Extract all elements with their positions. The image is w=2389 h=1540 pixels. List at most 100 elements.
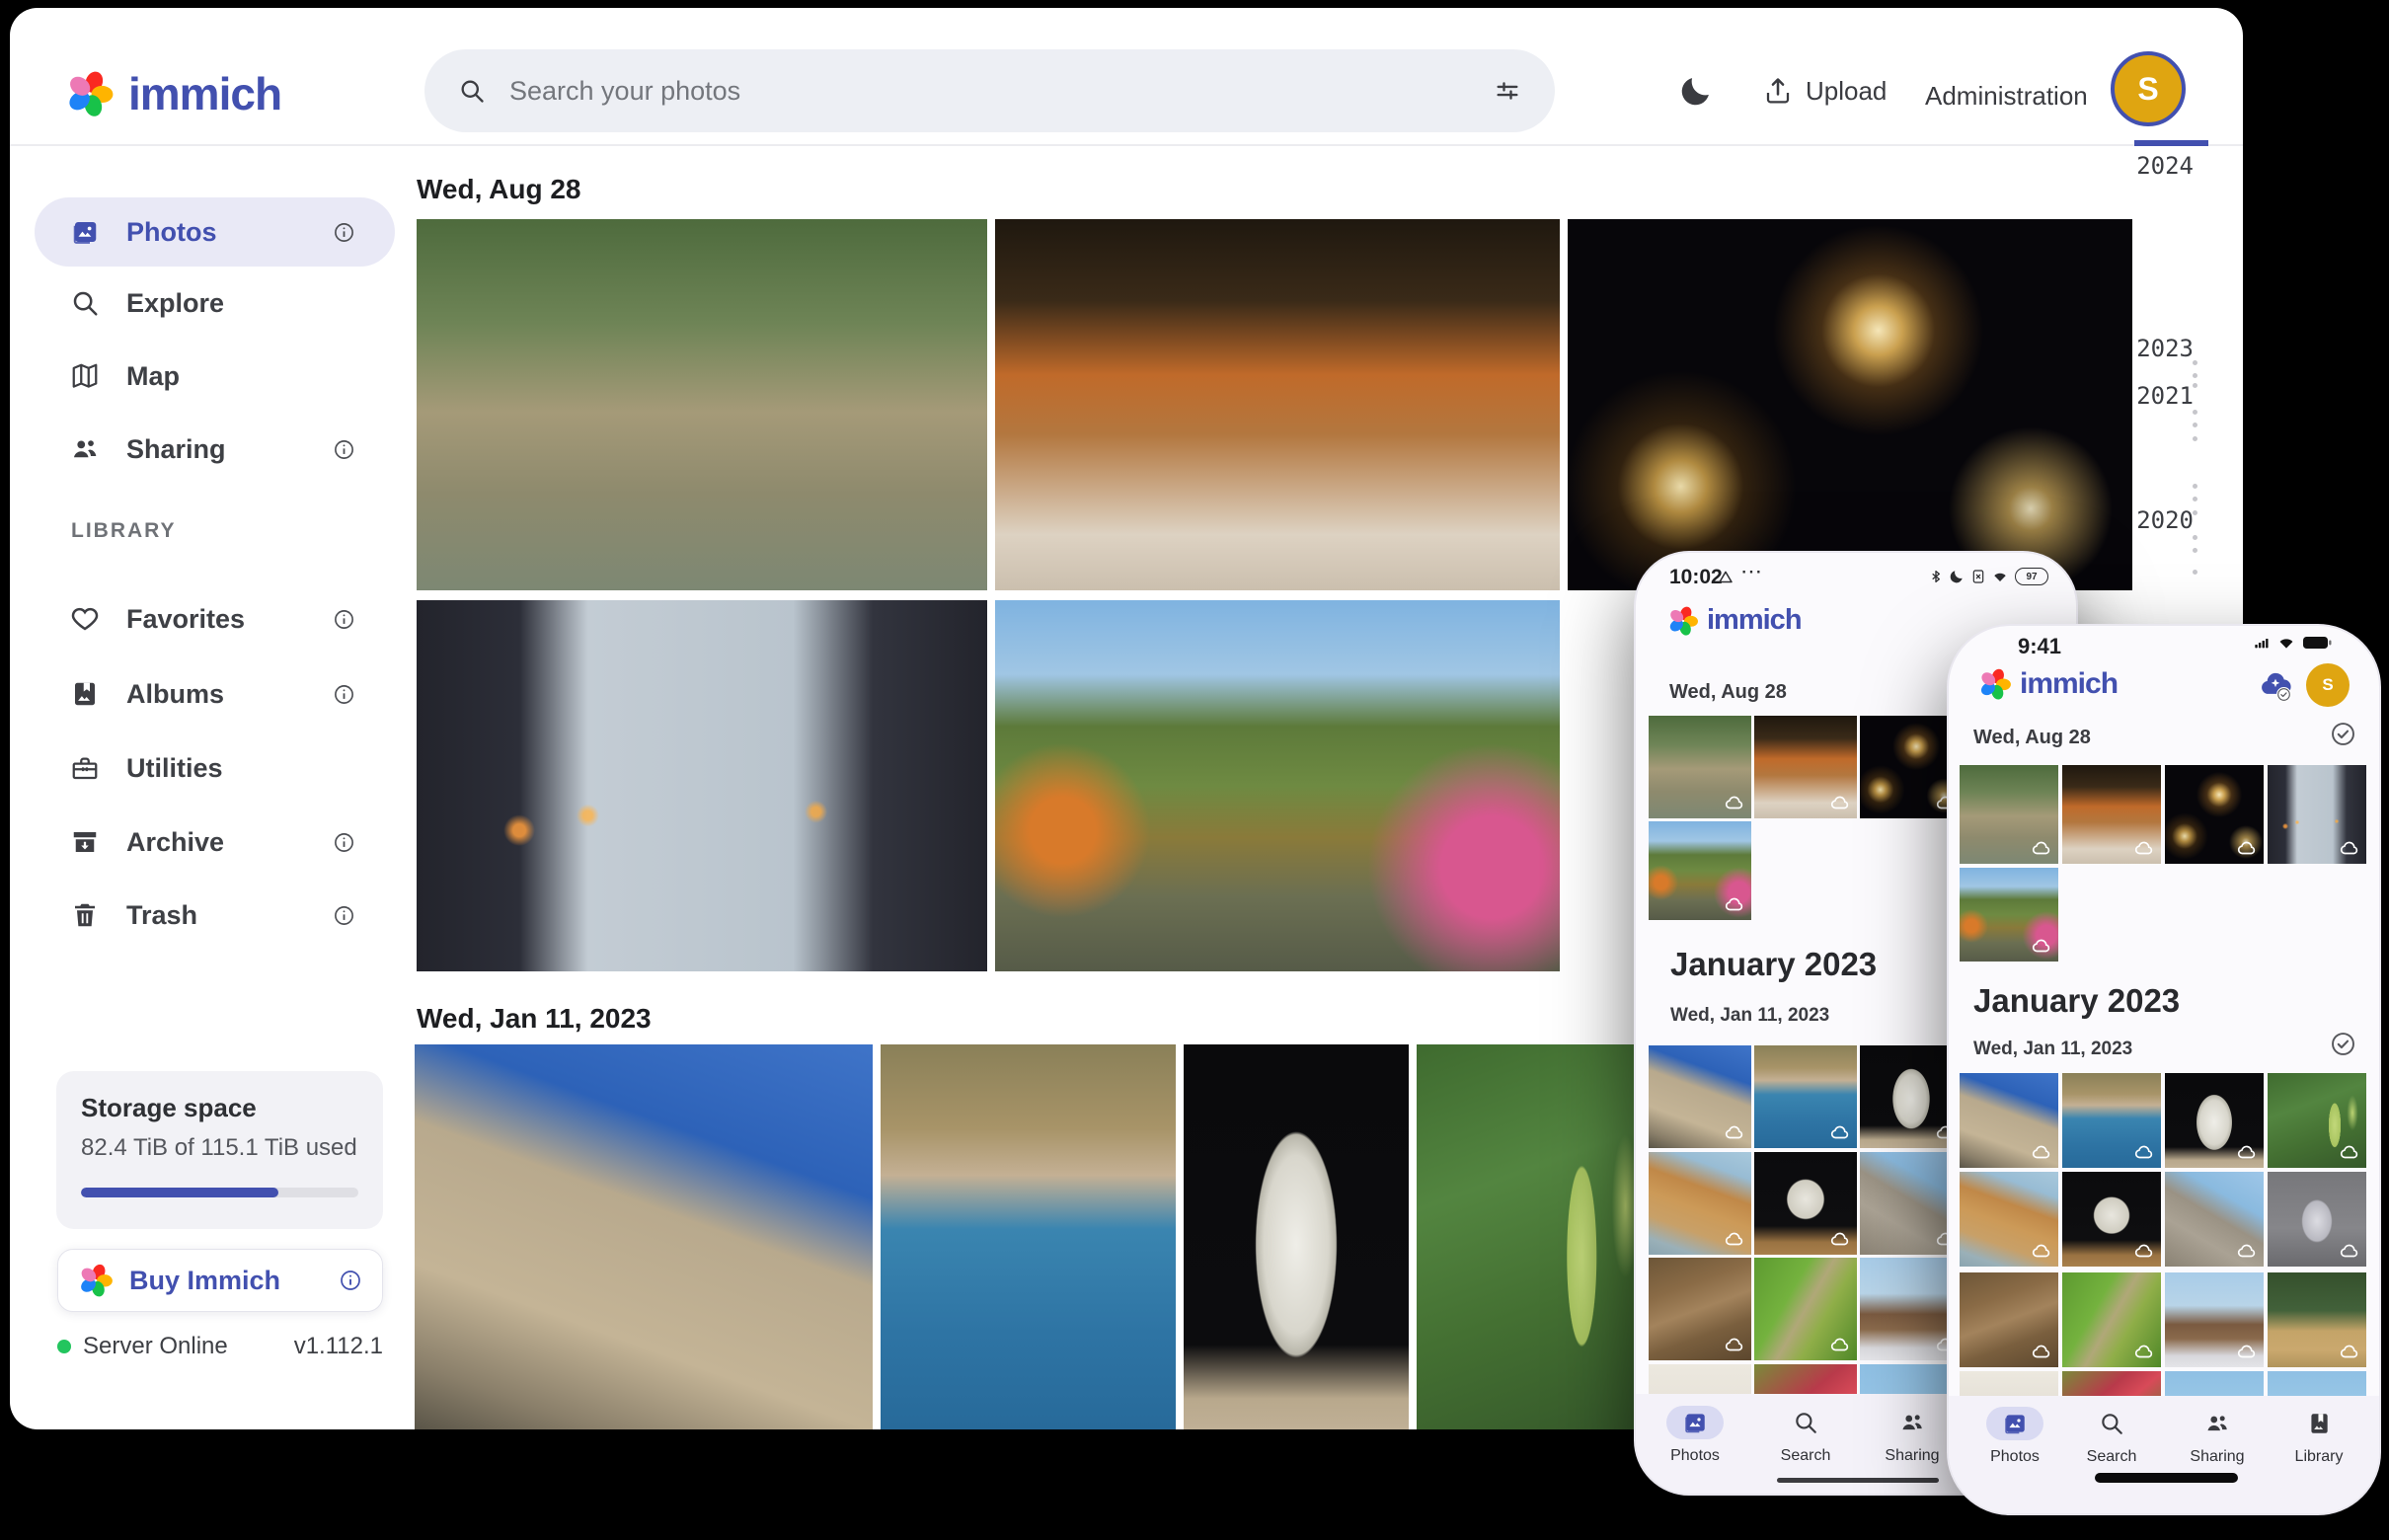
photo-thumbnail-zoo[interactable] bbox=[417, 219, 987, 590]
immich-flower-icon bbox=[1978, 667, 2012, 701]
info-icon[interactable] bbox=[339, 1269, 362, 1292]
nav-tab-photos[interactable]: Photos bbox=[1666, 1406, 1724, 1465]
nav-tab-sharing[interactable]: Sharing bbox=[2189, 1407, 2246, 1466]
photos-icon bbox=[2002, 1411, 2028, 1436]
sidebar-item-albums[interactable]: Albums bbox=[35, 659, 395, 729]
photo-thumbnail[interactable] bbox=[2165, 765, 2264, 864]
photo-thumbnail[interactable] bbox=[1960, 1172, 2058, 1267]
sidebar-item-label: Photos bbox=[126, 217, 217, 248]
photo-thumbnail-sculpture[interactable] bbox=[1184, 1044, 1409, 1429]
cloud-sync-icon bbox=[1829, 792, 1851, 813]
search-filters-icon[interactable] bbox=[1494, 77, 1521, 105]
select-day-check-icon[interactable] bbox=[2330, 721, 2356, 747]
info-icon[interactable] bbox=[333, 831, 355, 854]
buy-immich-button[interactable]: Buy Immich bbox=[57, 1249, 383, 1312]
select-day-check-icon[interactable] bbox=[2330, 1031, 2356, 1057]
nav-tab-search[interactable]: Search bbox=[1777, 1406, 1834, 1465]
photo-thumbnail[interactable] bbox=[2268, 1172, 2366, 1267]
timeline-year-2020[interactable]: 2020 bbox=[2136, 506, 2194, 534]
nav-tab-library[interactable]: Library bbox=[2290, 1407, 2348, 1466]
photo-thumbnail[interactable] bbox=[2165, 1172, 2264, 1267]
photo-thumbnail[interactable] bbox=[2062, 1073, 2161, 1168]
photo-thumbnail-berries[interactable] bbox=[1417, 1044, 1659, 1429]
nav-label: Search bbox=[2087, 1448, 2137, 1466]
cloud-sync-icon bbox=[1724, 1334, 1745, 1355]
nav-tab-search[interactable]: Search bbox=[2083, 1407, 2140, 1466]
timeline-year-2023[interactable]: 2023 bbox=[2136, 335, 2194, 362]
photo-thumbnail[interactable] bbox=[1754, 716, 1857, 818]
info-icon[interactable] bbox=[333, 683, 355, 706]
photo-thumbnail[interactable] bbox=[1960, 1073, 2058, 1168]
photo-thumbnail[interactable] bbox=[1754, 1258, 1857, 1360]
sidebar-item-explore[interactable]: Explore bbox=[35, 269, 395, 338]
photo-thumbnail[interactable] bbox=[1754, 1045, 1857, 1148]
active-pill bbox=[1666, 1406, 1724, 1439]
timeline-year-2021[interactable]: 2021 bbox=[2136, 382, 2194, 410]
date-group-header: Wed, Aug 28 bbox=[1973, 727, 2091, 749]
upload-button[interactable]: Upload bbox=[1762, 75, 1887, 107]
photo-thumbnail[interactable] bbox=[1960, 1272, 2058, 1367]
photo-thumbnail-hands[interactable] bbox=[417, 600, 987, 971]
administration-link[interactable]: Administration bbox=[1925, 81, 2088, 112]
app-logo[interactable]: immich bbox=[65, 67, 281, 120]
photo-thumbnail[interactable] bbox=[1960, 765, 2058, 864]
photo-thumbnail-fireworks[interactable] bbox=[1568, 219, 2132, 590]
user-avatar[interactable]: S bbox=[2111, 51, 2186, 126]
photo-thumbnail[interactable] bbox=[1649, 821, 1751, 920]
cloud-sync-icon bbox=[2339, 1341, 2360, 1362]
library-icon bbox=[2306, 1411, 2332, 1436]
photo-thumbnail[interactable] bbox=[2268, 1073, 2366, 1168]
sidebar-item-utilities[interactable]: Utilities bbox=[35, 733, 395, 803]
sidebar-item-map[interactable]: Map bbox=[35, 342, 395, 411]
photo-thumbnail[interactable] bbox=[1960, 868, 2058, 962]
cloud-sync-icon bbox=[2133, 1141, 2155, 1163]
sharing-icon bbox=[2204, 1411, 2230, 1436]
timeline-dot bbox=[2193, 548, 2197, 553]
user-avatar[interactable]: S bbox=[2306, 663, 2350, 707]
check-icon bbox=[2276, 687, 2291, 702]
sidebar-item-trash[interactable]: Trash bbox=[35, 881, 395, 950]
sidebar-item-photos[interactable]: Photos bbox=[35, 197, 395, 267]
timeline-dot bbox=[2193, 497, 2197, 501]
cloud-sync-icon bbox=[2133, 837, 2155, 859]
timeline-dot bbox=[2193, 360, 2197, 365]
storage-title: Storage space bbox=[81, 1093, 257, 1123]
info-icon[interactable] bbox=[333, 608, 355, 631]
backup-check-badge bbox=[2276, 687, 2291, 702]
search-input[interactable]: Search your photos bbox=[424, 49, 1555, 132]
info-icon[interactable] bbox=[333, 438, 355, 461]
photo-thumbnail-coast[interactable] bbox=[881, 1044, 1176, 1429]
photo-thumbnail[interactable] bbox=[1649, 1258, 1751, 1360]
photo-thumbnail[interactable] bbox=[2165, 1272, 2264, 1367]
date-group-header: Wed, Jan 11, 2023 bbox=[417, 1003, 652, 1035]
photo-thumbnail[interactable] bbox=[2165, 1073, 2264, 1168]
photo-thumbnail[interactable] bbox=[2268, 1272, 2366, 1367]
timeline-year-2024[interactable]: 2024 bbox=[2136, 152, 2194, 180]
nav-label: Sharing bbox=[2190, 1448, 2244, 1466]
info-icon[interactable] bbox=[333, 904, 355, 927]
photo-thumbnail[interactable] bbox=[2062, 1272, 2161, 1367]
photo-thumbnail[interactable] bbox=[2062, 765, 2161, 864]
nav-tab-photos[interactable]: Photos bbox=[1986, 1407, 2043, 1466]
timeline-position-indicator[interactable] bbox=[2134, 140, 2208, 146]
photo-thumbnail[interactable] bbox=[1754, 1152, 1857, 1255]
photo-thumbnail[interactable] bbox=[2268, 765, 2366, 864]
photo-thumbnail[interactable] bbox=[1649, 716, 1751, 818]
cloud-sync-icon bbox=[1829, 1334, 1851, 1355]
server-version: v1.112.1 bbox=[294, 1333, 383, 1360]
photo-thumbnail-autumn-path[interactable] bbox=[995, 600, 1560, 971]
photo-thumbnail[interactable] bbox=[1649, 1045, 1751, 1148]
buy-immich-label: Buy Immich bbox=[129, 1266, 280, 1296]
photo-thumbnail[interactable] bbox=[1649, 1152, 1751, 1255]
sidebar-item-archive[interactable]: Archive bbox=[35, 808, 395, 877]
info-icon[interactable] bbox=[333, 221, 355, 244]
dnd-moon-icon bbox=[1949, 569, 1965, 584]
sidebar-item-favorites[interactable]: Favorites bbox=[35, 584, 395, 654]
sidebar-item-sharing[interactable]: Sharing bbox=[35, 415, 395, 484]
photo-thumbnail-fortress[interactable] bbox=[415, 1044, 873, 1429]
dark-mode-toggle-icon[interactable] bbox=[1678, 73, 1714, 109]
photo-thumbnail-dinner[interactable] bbox=[995, 219, 1560, 590]
photo-thumbnail[interactable] bbox=[2062, 1172, 2161, 1267]
nav-label: Sharing bbox=[1885, 1447, 1939, 1465]
nav-tab-sharing[interactable]: Sharing bbox=[1884, 1406, 1941, 1465]
